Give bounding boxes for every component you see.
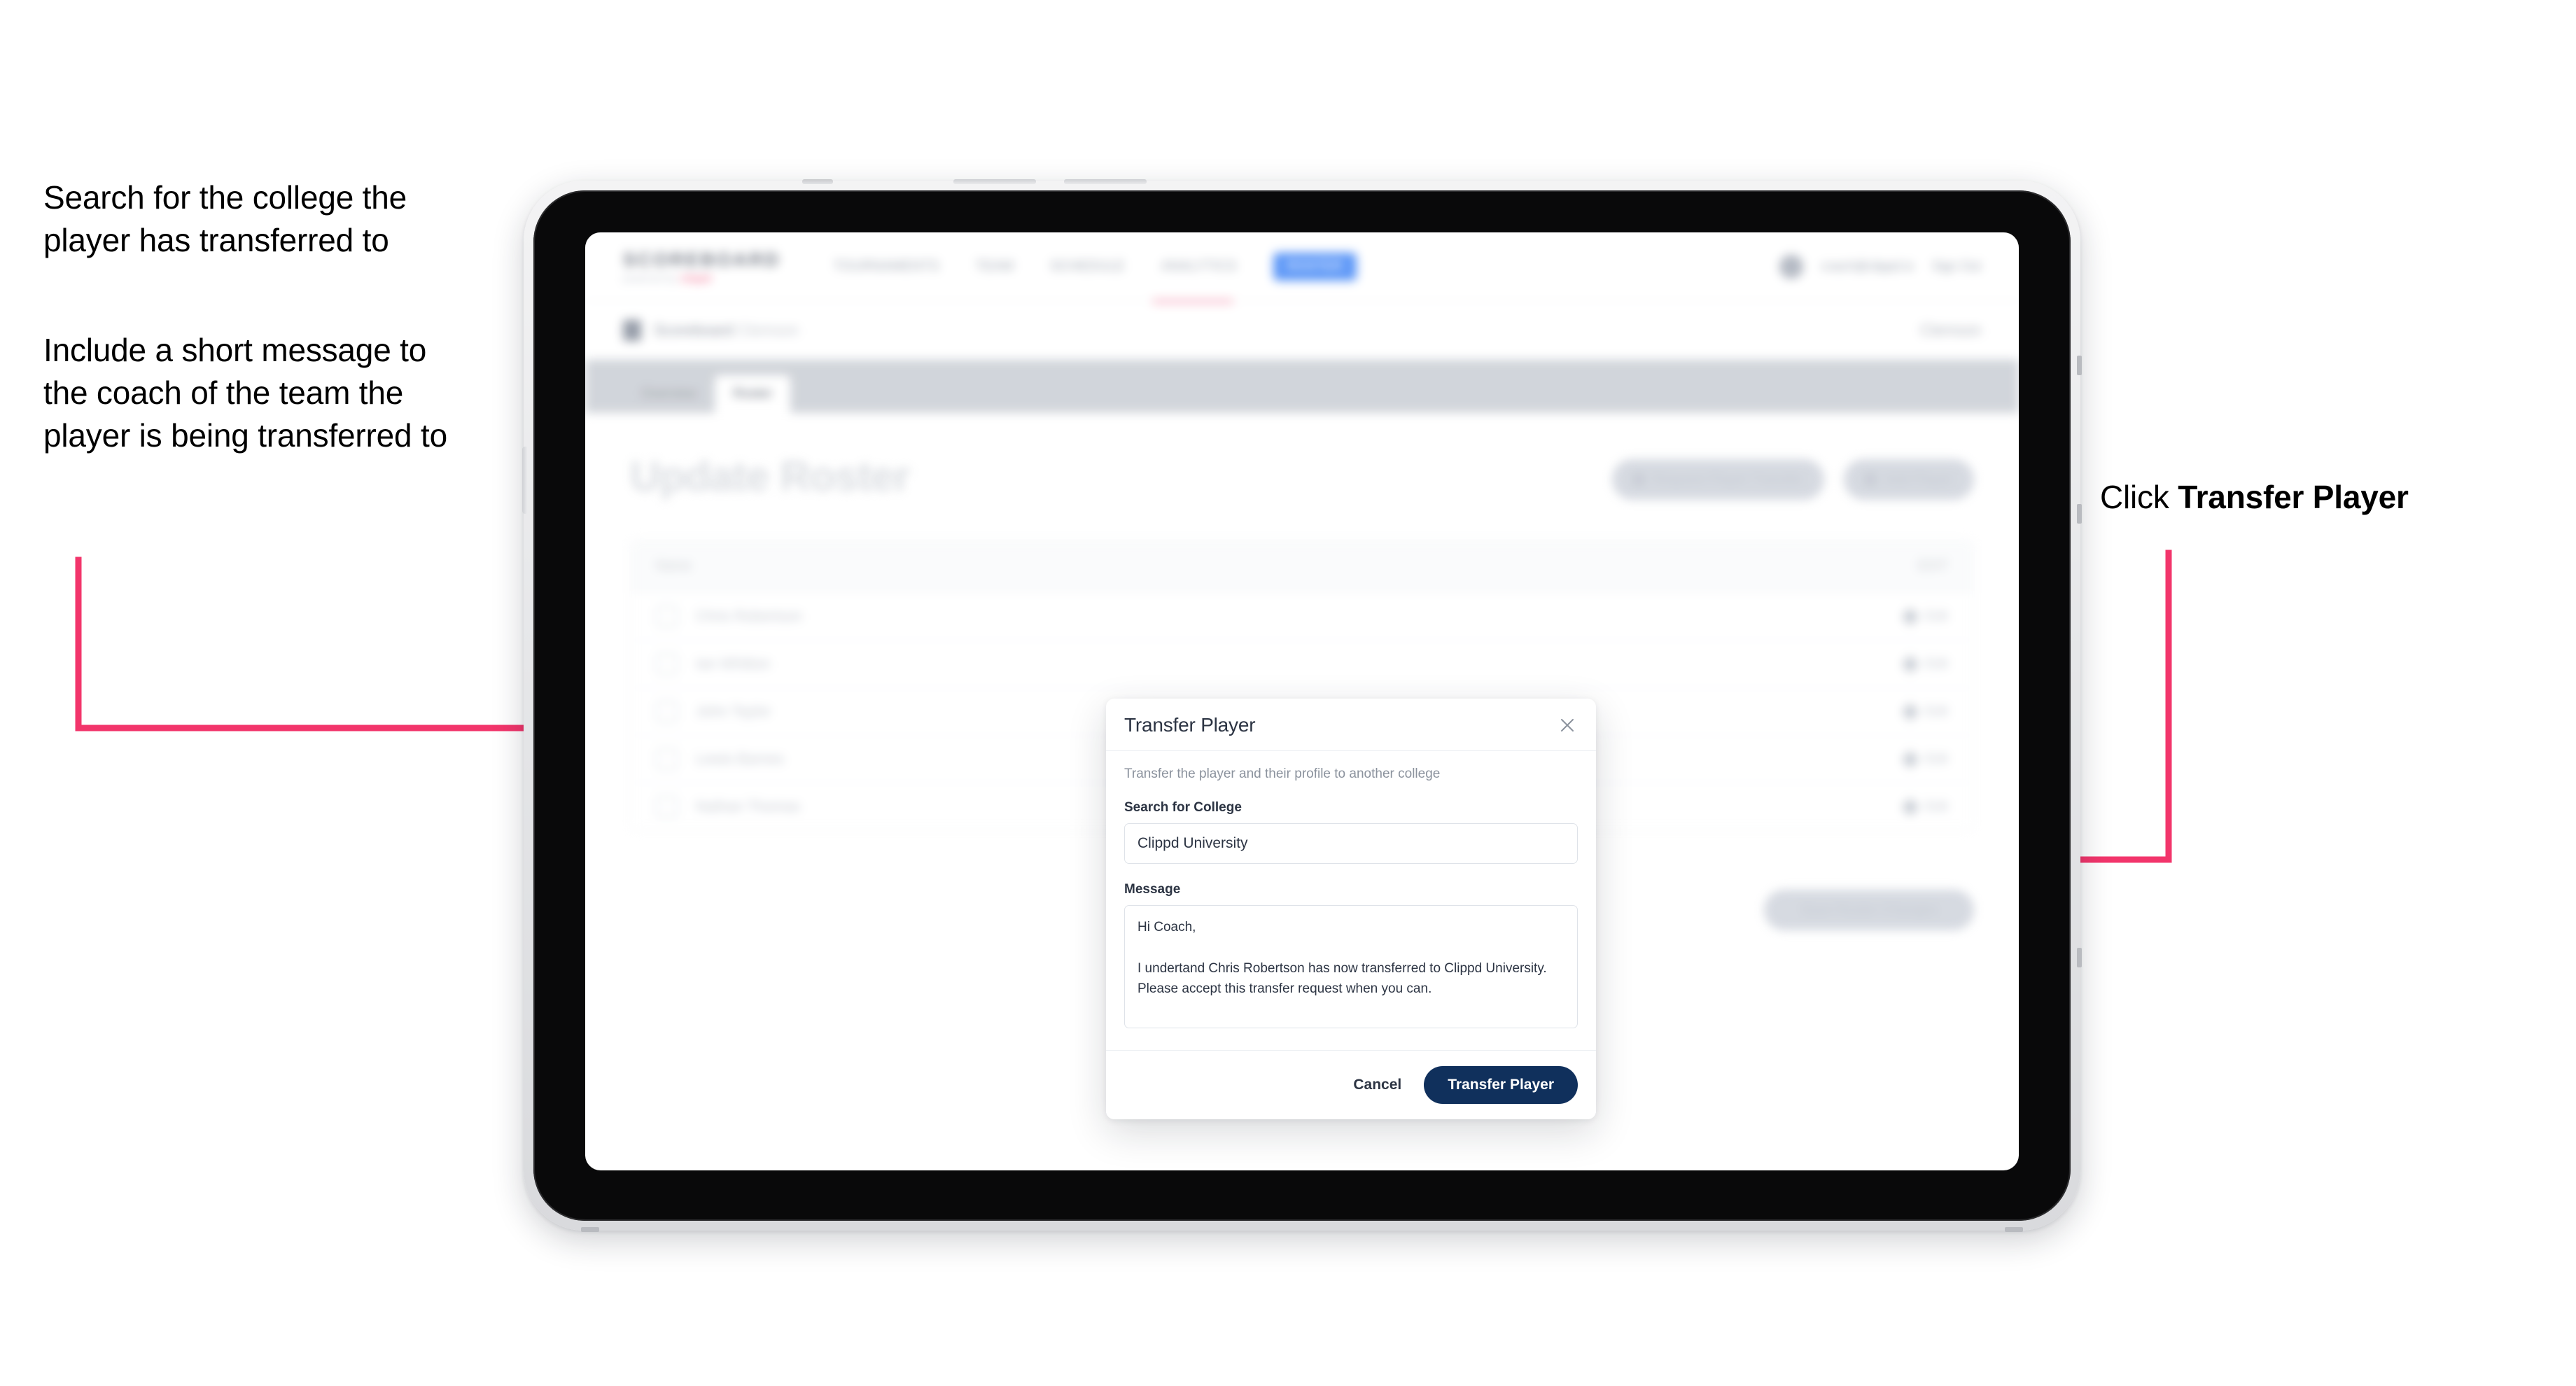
modal-footer: Cancel Transfer Player	[1106, 1050, 1596, 1119]
close-icon[interactable]	[1557, 715, 1578, 736]
annotation-search-college: Search for the college the player has tr…	[43, 179, 407, 259]
tablet-device-frame: SCOREBOARD powered by clippd TOURNAMENTS…	[522, 179, 2082, 1232]
transfer-player-modal: Transfer Player Transfer the player and …	[1106, 699, 1596, 1119]
device-volume-button	[522, 447, 527, 514]
annotation-click-bold: Transfer Player	[2178, 479, 2409, 515]
college-field-label: Search for College	[1124, 800, 1242, 815]
annotation-click-prefix: Click	[2100, 479, 2178, 515]
device-screen: SCOREBOARD powered by clippd TOURNAMENTS…	[585, 232, 2019, 1170]
device-side-band-3	[2077, 948, 2082, 967]
annotation-click-transfer-player: Click Transfer Player	[2100, 476, 2492, 519]
annotation-include-message: Include a short message to the coach of …	[43, 332, 447, 454]
transfer-player-submit-button[interactable]: Transfer Player	[1424, 1066, 1578, 1104]
device-bezel: SCOREBOARD powered by clippd TOURNAMENTS…	[533, 190, 2071, 1221]
message-textarea[interactable]	[1124, 905, 1578, 1028]
modal-header: Transfer Player	[1106, 699, 1596, 751]
search-college-input[interactable]	[1124, 823, 1578, 864]
device-side-band-1	[2077, 356, 2082, 375]
device-antenna-band-1	[953, 179, 1036, 184]
field-spacer	[1124, 864, 1578, 882]
device-foot-left	[581, 1227, 599, 1232]
cancel-button[interactable]: Cancel	[1349, 1071, 1406, 1099]
device-foot-right	[2005, 1227, 2023, 1232]
modal-title: Transfer Player	[1124, 714, 1256, 736]
modal-body: Transfer the player and their profile to…	[1106, 751, 1596, 1050]
device-antenna-band-2	[1064, 179, 1147, 184]
device-mic	[802, 179, 833, 184]
message-field-label: Message	[1124, 882, 1181, 897]
modal-description: Transfer the player and their profile to…	[1124, 766, 1441, 781]
device-side-band-2	[2077, 504, 2082, 524]
